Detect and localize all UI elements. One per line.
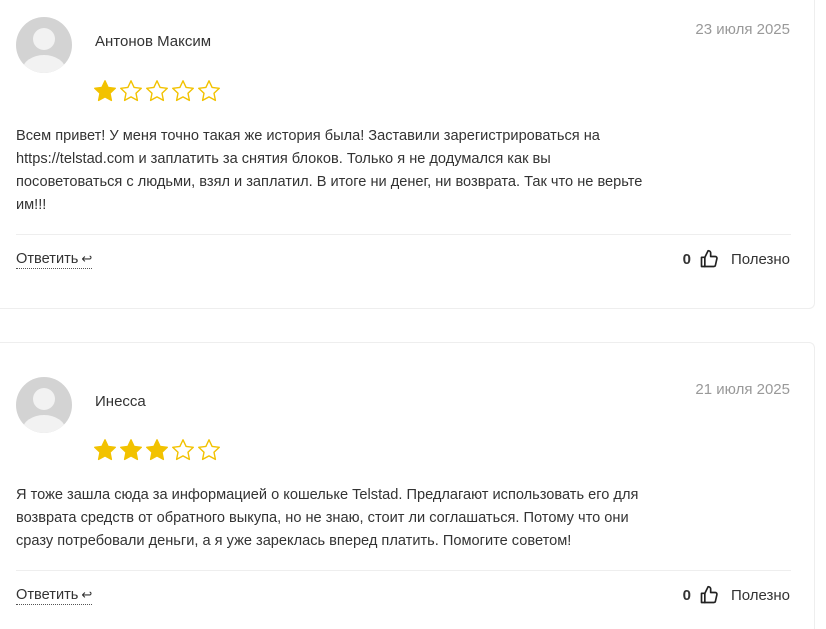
star-empty-icon (146, 80, 168, 102)
review-text: Всем привет! У меня точно такая же истор… (16, 125, 796, 217)
star-filled-icon (94, 80, 116, 102)
rating-stars (93, 438, 221, 462)
reply-button[interactable]: Ответить ↩ (16, 251, 93, 269)
reply-arrow-icon: ↩ (81, 251, 93, 266)
review-author: Антонов Максим (95, 33, 212, 50)
review-text-line: сразу потребовали деньги, а я уже зарекл… (16, 533, 572, 549)
review-text-line: возврата средств от обратного выкупа, но… (16, 510, 629, 526)
divider (16, 234, 791, 235)
reply-label: Ответить (16, 587, 79, 603)
review-text-line: им!!! (16, 197, 47, 213)
divider (16, 570, 791, 571)
helpful-count: 0 (682, 586, 691, 604)
review-text-line: https://telstad.com и заплатить за сняти… (16, 151, 551, 167)
review-card: Инесса 21 июля 2025 Я тоже зашла сюда за… (0, 342, 815, 629)
star-empty-icon (172, 80, 194, 102)
review-text: Я тоже зашла сюда за информацией о кошел… (16, 484, 796, 553)
avatar-icon (16, 17, 72, 73)
reply-label: Ответить (16, 251, 79, 267)
star-empty-icon (198, 439, 220, 461)
review-text-line: Я тоже зашла сюда за информацией о кошел… (16, 487, 639, 503)
review-author: Инесса (95, 393, 146, 410)
rating-stars (93, 79, 221, 103)
star-filled-icon (120, 439, 142, 461)
star-empty-icon (120, 80, 142, 102)
thumbs-up-icon[interactable] (699, 585, 719, 605)
review-card: Антонов Максим 23 июля 2025 Всем привет!… (0, 0, 815, 309)
star-filled-icon (146, 439, 168, 461)
review-date: 21 июля 2025 (695, 381, 790, 398)
helpful-button[interactable]: Полезно (731, 251, 790, 268)
review-text-line: Всем привет! У меня точно такая же истор… (16, 128, 600, 144)
thumbs-up-icon[interactable] (699, 249, 719, 269)
star-empty-icon (172, 439, 194, 461)
helpful-control: 0 Полезно (683, 585, 790, 605)
review-text-line: посоветоваться с людьми, взял и заплатил… (16, 174, 643, 190)
helpful-button[interactable]: Полезно (731, 587, 790, 604)
avatar-icon (16, 377, 72, 433)
review-date: 23 июля 2025 (695, 21, 790, 38)
helpful-control: 0 Полезно (683, 249, 790, 269)
helpful-count: 0 (682, 250, 691, 268)
star-empty-icon (198, 80, 220, 102)
reply-arrow-icon: ↩ (81, 587, 93, 602)
reply-button[interactable]: Ответить ↩ (16, 587, 93, 605)
star-filled-icon (94, 439, 116, 461)
